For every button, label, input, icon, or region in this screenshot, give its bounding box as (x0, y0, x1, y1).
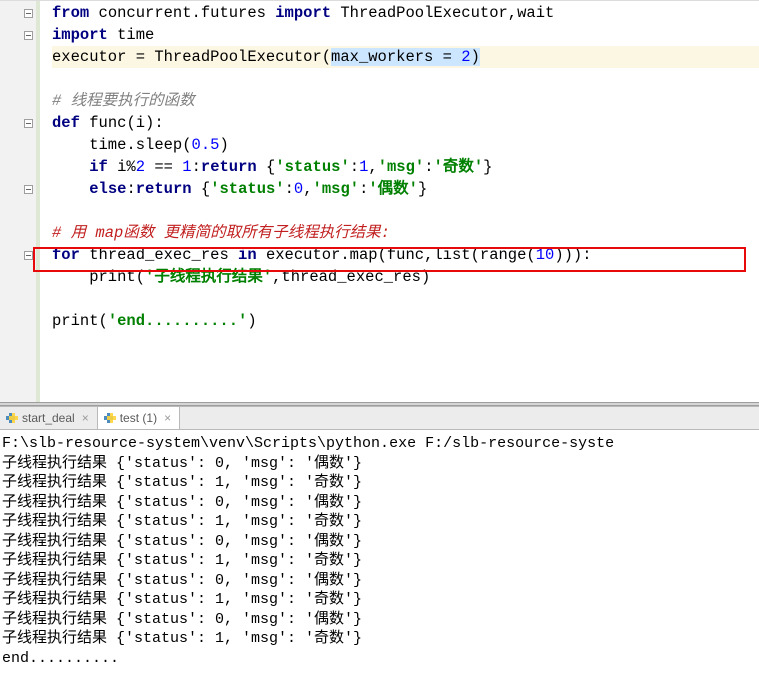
tab-test-1[interactable]: test (1) × (98, 407, 180, 429)
token-string: '子线程执行结果' (145, 268, 272, 286)
token: (i): (126, 114, 163, 132)
token-funcname: func (89, 114, 126, 132)
fold-icon[interactable] (24, 9, 33, 18)
token-keyword: import (52, 26, 108, 44)
token-keyword: return (136, 180, 201, 198)
tab-label: start_deal (22, 411, 75, 425)
token-number: 1 (359, 158, 368, 176)
token-keyword: if (89, 158, 117, 176)
token: { (201, 180, 210, 198)
token (52, 180, 89, 198)
token: } (483, 158, 492, 176)
token: thread_exec_res (89, 246, 238, 264)
token: } (418, 180, 427, 198)
token-number: 0.5 (192, 136, 220, 154)
console-line: 子线程执行结果 {'status': 1, 'msg': '奇数'} (2, 590, 757, 610)
token-keyword: else (89, 180, 126, 198)
token-comment: # 线程要执行的函数 (52, 92, 195, 110)
token-string: 'msg' (313, 180, 360, 198)
token-keyword: in (238, 246, 266, 264)
token-string: 'status' (210, 180, 284, 198)
console-line: 子线程执行结果 {'status': 1, 'msg': '奇数'} (2, 551, 757, 571)
console-line: 子线程执行结果 {'status': 0, 'msg': '偶数'} (2, 571, 757, 591)
token: executor.map(func,list(range( (266, 246, 536, 264)
token: : (350, 158, 359, 176)
token: time.sleep( (52, 136, 192, 154)
console-output[interactable]: F:\slb-resource-system\venv\Scripts\pyth… (0, 430, 759, 700)
fold-icon[interactable] (24, 185, 33, 194)
token: ) (219, 136, 228, 154)
pane-divider[interactable] (0, 402, 759, 406)
token: ThreadPoolExecutor,wait (331, 4, 554, 22)
token: : (126, 180, 135, 198)
console-line: 子线程执行结果 {'status': 1, 'msg': '奇数'} (2, 473, 757, 493)
console-line: 子线程执行结果 {'status': 0, 'msg': '偶数'} (2, 610, 757, 630)
tab-start-deal[interactable]: start_deal × (0, 407, 98, 429)
token: i% (117, 158, 136, 176)
token-selection: max_workers = (331, 48, 461, 66)
console-line: F:\slb-resource-system\venv\Scripts\pyth… (2, 434, 757, 454)
token: ,thread_exec_res) (272, 268, 430, 286)
token: executor = ThreadPoolExecutor( (52, 48, 331, 66)
close-icon[interactable]: × (164, 411, 171, 425)
code-editor[interactable]: from concurrent.futures import ThreadPoo… (0, 0, 759, 402)
console-line: 子线程执行结果 {'status': 0, 'msg': '偶数'} (2, 454, 757, 474)
token: print( (52, 268, 145, 286)
token-string: '奇数' (434, 158, 484, 176)
console-line: 子线程执行结果 {'status': 0, 'msg': '偶数'} (2, 493, 757, 513)
token: == (145, 158, 182, 176)
token-comment: # 用 map函数 更精简的取所有子线程执行结果: (52, 224, 390, 242)
token: , (303, 180, 312, 198)
token-string: 'status' (275, 158, 349, 176)
python-icon (104, 412, 116, 424)
token: : (285, 180, 294, 198)
code-area[interactable]: from concurrent.futures import ThreadPoo… (40, 1, 759, 332)
token-number: 10 (536, 246, 555, 264)
close-icon[interactable]: × (82, 411, 89, 425)
console-line: 子线程执行结果 {'status': 1, 'msg': '奇数'} (2, 512, 757, 532)
token: print( (52, 312, 108, 330)
console-line: 子线程执行结果 {'status': 0, 'msg': '偶数'} (2, 532, 757, 552)
token: : (424, 158, 433, 176)
fold-icon[interactable] (24, 251, 33, 260)
token-string: 'msg' (378, 158, 425, 176)
token-keyword: from (52, 4, 89, 22)
fold-icon[interactable] (24, 31, 33, 40)
token: { (266, 158, 275, 176)
token-keyword: return (201, 158, 266, 176)
token: concurrent.futures (89, 4, 275, 22)
token-number: 0 (294, 180, 303, 198)
token: time (108, 26, 155, 44)
tab-label: test (1) (120, 411, 157, 425)
python-icon (6, 412, 18, 424)
token: : (192, 158, 201, 176)
fold-icon[interactable] (24, 119, 33, 128)
token-number: 2 (136, 158, 145, 176)
console-line: 子线程执行结果 {'status': 1, 'msg': '奇数'} (2, 629, 757, 649)
console-line: end.......... (2, 649, 757, 669)
token-string: 'end..........' (108, 312, 248, 330)
token-keyword: for (52, 246, 89, 264)
token: , (368, 158, 377, 176)
token-keyword: def (52, 114, 89, 132)
token: ) (247, 312, 256, 330)
token: ))): (554, 246, 591, 264)
token-keyword: import (275, 4, 331, 22)
token: : (359, 180, 368, 198)
token-string: '偶数' (368, 180, 418, 198)
token (52, 158, 89, 176)
gutter (0, 1, 40, 402)
token: ) (471, 48, 480, 66)
token-number: 1 (182, 158, 191, 176)
console-tabs: start_deal × test (1) × (0, 406, 759, 430)
token-number: 2 (461, 48, 470, 66)
